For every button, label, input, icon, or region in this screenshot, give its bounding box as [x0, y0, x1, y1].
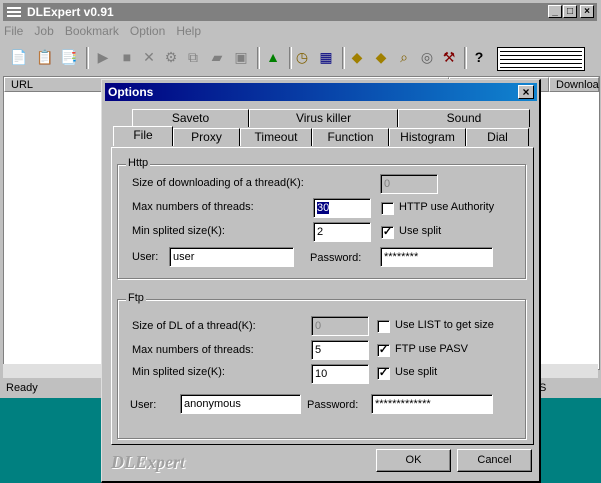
http-password-label: Password: — [310, 252, 362, 264]
menu-file[interactable]: File — [4, 24, 23, 38]
package2-icon[interactable]: ◆ — [372, 48, 390, 66]
minimize-button[interactable]: _ — [548, 5, 562, 18]
stop-icon[interactable]: ■ — [118, 48, 136, 66]
http-size-field[interactable]: 0 — [380, 174, 438, 194]
menu-help[interactable]: Help — [176, 24, 201, 38]
ftp-user-label: User: — [130, 399, 157, 411]
ftp-max-threads-field[interactable]: 5 — [311, 340, 369, 360]
http-use-split-checkbox[interactable]: ✓ — [381, 226, 394, 239]
tab-file[interactable]: File — [113, 126, 173, 146]
http-max-threads-label: Max numbers of threads: — [132, 201, 254, 213]
ftp-size-label: Size of DL of a thread(K): — [132, 320, 256, 332]
dialog-title: Options — [108, 85, 154, 99]
status-text: Ready — [6, 382, 38, 394]
http-min-split-label: Min splited size(K): — [132, 225, 225, 237]
timer-icon[interactable]: ◷ — [293, 48, 311, 66]
ftp-pasv-label: FTP use PASV — [395, 343, 468, 355]
http-group: Http Size of downloading of a thread(K):… — [117, 157, 526, 279]
menu-bar: File Job Bookmark Option Help — [4, 24, 209, 42]
progress-graph — [497, 47, 585, 71]
move-icon[interactable]: ▲ — [264, 48, 282, 66]
new-icon[interactable]: 📄 — [10, 48, 28, 66]
ftp-min-split-label: Min splited size(K): — [132, 366, 225, 378]
ftp-use-list-checkbox[interactable] — [377, 320, 390, 333]
clipboard-icon[interactable]: ⧉ — [184, 48, 202, 66]
app-menu-icon[interactable] — [7, 7, 21, 17]
ftp-use-list-label: Use LIST to get size — [395, 319, 494, 331]
dlexpert-logo: DLExpert — [111, 452, 185, 472]
ftp-group-label: Ftp — [126, 292, 146, 304]
http-user-field[interactable]: user — [169, 247, 294, 267]
tab-proxy[interactable]: Proxy — [173, 128, 240, 146]
file-tab-panel: Http Size of downloading of a thread(K):… — [111, 147, 534, 445]
menu-job[interactable]: Job — [34, 24, 53, 38]
ftp-use-split-label: Use split — [395, 366, 438, 378]
http-max-threads-field[interactable]: 30 — [313, 198, 371, 218]
ftp-use-split-checkbox[interactable]: ✓ — [377, 367, 390, 380]
ftp-password-label: Password: — [307, 399, 359, 411]
dialog-title-bar[interactable]: Options × — [105, 83, 537, 101]
open-icon[interactable]: 📋 — [36, 48, 54, 66]
http-authority-checkbox[interactable] — [381, 202, 394, 215]
tab-histogram[interactable]: Histogram — [389, 128, 466, 146]
ftp-size-field[interactable]: 0 — [311, 316, 369, 336]
play-icon[interactable]: ▶ — [94, 48, 112, 66]
http-size-label: Size of downloading of a thread(K): — [132, 177, 304, 189]
http-user-label: User: — [132, 251, 159, 263]
settings-icon[interactable]: ◎ — [418, 48, 436, 66]
menu-option[interactable]: Option — [130, 24, 165, 38]
package-icon[interactable]: ◆ — [348, 48, 366, 66]
ftp-group: Ftp Size of DL of a thread(K): 0 Use LIS… — [117, 292, 526, 439]
tab-virus-killer[interactable]: Virus killer — [249, 109, 398, 127]
properties-icon[interactable]: ⚙ — [162, 48, 180, 66]
dialog-close-icon[interactable]: × — [518, 85, 534, 99]
http-password-field[interactable]: ******** — [380, 247, 493, 267]
app-title: DLExpert v0.91 — [27, 5, 114, 19]
tab-sound[interactable]: Sound — [398, 109, 530, 127]
tab-function[interactable]: Function — [312, 128, 389, 146]
cancel-button[interactable]: Cancel — [457, 449, 532, 472]
help-icon[interactable]: ? — [470, 48, 488, 66]
close-button[interactable]: × — [580, 5, 594, 18]
main-title-bar[interactable]: DLExpert v0.91 _ □ × — [3, 3, 597, 21]
ftp-min-split-field[interactable]: 10 — [311, 364, 369, 384]
search-icon[interactable]: ⌕ — [395, 48, 413, 66]
http-min-split-field[interactable]: 2 — [313, 222, 371, 242]
ok-button[interactable]: OK — [376, 449, 451, 472]
menu-bookmark[interactable]: Bookmark — [65, 24, 119, 38]
column-download[interactable]: Downloa — [549, 77, 599, 92]
http-authority-label: HTTP use Authority — [399, 201, 495, 213]
tools-icon[interactable]: ⚒ — [440, 48, 458, 66]
ftp-user-field[interactable]: anonymous — [180, 394, 301, 414]
options-dialog: Options × Saveto Virus killer Sound File… — [101, 79, 541, 483]
http-use-split-label: Use split — [399, 225, 442, 237]
copy-icon[interactable]: 📑 — [60, 48, 78, 66]
folder-icon[interactable]: ▰ — [208, 48, 226, 66]
save-icon[interactable]: ▣ — [232, 48, 250, 66]
tab-saveto[interactable]: Saveto — [132, 109, 249, 127]
tab-timeout[interactable]: Timeout — [240, 128, 312, 146]
http-group-label: Http — [126, 157, 151, 169]
delete-icon[interactable]: ✕ — [140, 48, 158, 66]
ftp-password-field[interactable]: ************* — [371, 394, 493, 414]
ftp-pasv-checkbox[interactable]: ✓ — [377, 344, 390, 357]
ftp-max-threads-label: Max numbers of threads: — [132, 344, 254, 356]
maximize-button[interactable]: □ — [563, 5, 577, 18]
monitor-icon[interactable]: ▦ — [317, 48, 335, 66]
tab-dial[interactable]: Dial — [466, 128, 529, 146]
